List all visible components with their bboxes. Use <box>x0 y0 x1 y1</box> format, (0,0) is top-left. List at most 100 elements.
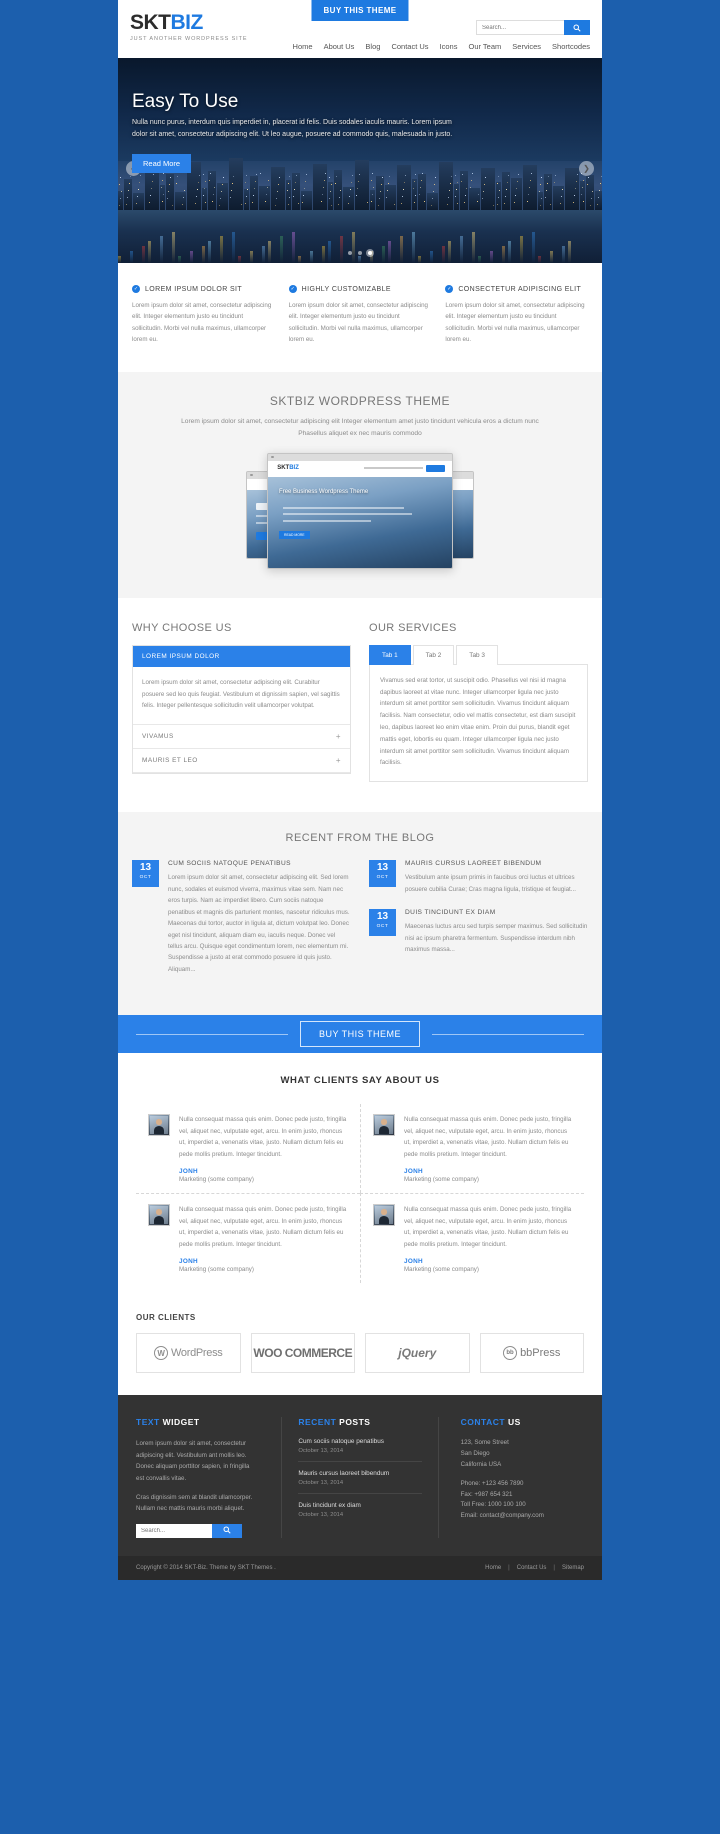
building-window <box>221 190 222 192</box>
footer-widget-title-first: TEXT <box>136 1417 160 1428</box>
nav-item-our-team[interactable]: Our Team <box>468 42 501 51</box>
building <box>160 184 165 210</box>
accordion-label: MAURIS ET LEO <box>142 757 198 765</box>
building-window <box>371 179 372 181</box>
slider-dot-1[interactable] <box>348 251 352 255</box>
building-window <box>592 190 593 192</box>
nav-item-home[interactable]: Home <box>293 42 313 51</box>
post-excerpt: Vestibulum ante ipsum primis in faucibus… <box>405 874 576 893</box>
building-window <box>163 172 164 174</box>
building-window <box>547 182 548 184</box>
water-reflection <box>550 250 553 263</box>
water-reflection <box>142 245 145 263</box>
building-window <box>129 182 130 184</box>
footer-contact-title: CONTACT US <box>461 1417 584 1427</box>
building-window <box>331 183 332 185</box>
building-window <box>213 193 214 195</box>
water-reflection <box>250 250 253 263</box>
building-window <box>599 189 600 191</box>
building-window <box>358 180 359 182</box>
post-day: 13 <box>139 862 152 874</box>
search-icon <box>223 1526 231 1534</box>
post-title[interactable]: CUM SOCIIS NATOQUE PENATIBUS <box>168 860 351 867</box>
post-month: OCT <box>376 924 389 930</box>
search-button[interactable] <box>564 20 590 35</box>
slider-dot-3[interactable] <box>368 251 372 255</box>
testimonial-body: Nulla consequat massa quis enim. Donec p… <box>179 1114 348 1183</box>
building <box>217 183 228 210</box>
building-window <box>127 196 128 198</box>
slide-read-more-button[interactable]: Read More <box>132 153 192 173</box>
slider-next-arrow[interactable]: ❯ <box>579 160 594 176</box>
building-window <box>230 196 231 198</box>
building-window <box>357 187 358 189</box>
building-window <box>539 190 540 192</box>
building-window <box>432 197 433 199</box>
nav-item-icons[interactable]: Icons <box>440 42 458 51</box>
testimonial-1: Nulla consequat massa quis enim. Donec p… <box>136 1104 360 1193</box>
feature-column-3: ✓ CONSECTETUR ADIPISCING ELIT Lorem ipsum … <box>445 285 588 346</box>
nav-item-services[interactable]: Services <box>512 42 541 51</box>
service-tab-1[interactable]: Tab 1 <box>369 644 411 665</box>
bottom-link-sitemap[interactable]: Sitemap <box>562 1565 584 1571</box>
bottom-link-contact-us[interactable]: Contact Us <box>517 1565 547 1571</box>
building-window <box>455 195 456 197</box>
buy-theme-banner: BUY THIS THEME <box>118 1015 602 1054</box>
slider-dot-2[interactable] <box>358 251 362 255</box>
building-window <box>267 186 268 188</box>
nav-item-about-us[interactable]: About Us <box>324 42 355 51</box>
water-reflection <box>400 236 403 263</box>
post-month: OCT <box>376 875 389 881</box>
accordion-header-2[interactable]: VIVAMUS + <box>133 725 350 750</box>
post-title[interactable]: DUIS TINCIDUNT EX DIAM <box>405 909 588 916</box>
water-reflection <box>508 241 511 263</box>
post-month: OCT <box>139 875 152 881</box>
accordion-header-1[interactable]: LOREM IPSUM DOLOR <box>133 645 350 667</box>
building-window <box>514 201 515 203</box>
service-tab-3[interactable]: Tab 3 <box>456 644 498 665</box>
footer-search-input[interactable] <box>136 1523 212 1538</box>
footer-widget-title-second: WIDGET <box>162 1417 200 1428</box>
building-window <box>288 203 289 205</box>
building <box>595 190 602 210</box>
footer-post-1[interactable]: Cum sociis natoque penatibus October 13, … <box>298 1438 422 1463</box>
building-window <box>415 173 416 175</box>
blog-left-column: 13 OCT CUM SOCIIS NATOQUE PENATIBUS Lorem i… <box>132 860 351 989</box>
building-window <box>266 193 267 195</box>
services-column: OUR SERVICES Tab 1 Tab 2 Tab 3 Vivamus sed… <box>369 622 588 783</box>
building-window <box>177 175 178 177</box>
slide-paragraph: Nulla nunc purus, interdum quis imperdie… <box>132 118 453 138</box>
site-logo[interactable]: SKTBIZ JUST ANOTHER WORDPRESS SITE <box>130 12 247 42</box>
water-reflection <box>160 236 163 263</box>
avatar <box>148 1204 170 1227</box>
buy-this-theme-top-button[interactable]: BUY THIS THEME <box>311 0 409 21</box>
client-logo-woocommerce[interactable]: WOO COMMERCE <box>250 1333 355 1374</box>
nav-item-blog[interactable]: Blog <box>365 42 380 51</box>
building-window <box>574 194 575 196</box>
building-window <box>493 204 494 206</box>
building-window <box>162 200 163 202</box>
client-logo-bbpress[interactable]: bb bbPress <box>479 1333 584 1374</box>
footer-post-2[interactable]: Mauris cursus laoreet bibendum October 13… <box>298 1470 422 1495</box>
service-tab-2[interactable]: Tab 2 <box>412 644 455 665</box>
footer-search-button[interactable] <box>212 1523 242 1538</box>
search-input[interactable] <box>476 20 564 35</box>
footer-post-3[interactable]: Duis tincidunt ex diam October 13, 2014 <box>298 1502 421 1525</box>
address-line: California USA <box>460 1460 502 1468</box>
client-logo-jquery[interactable]: jQuery <box>365 1333 470 1374</box>
accordion-header-3[interactable]: MAURIS ET LEO + <box>133 749 350 774</box>
water-reflection <box>418 255 421 263</box>
buy-this-theme-button[interactable]: BUY THIS THEME <box>299 1021 421 1048</box>
testimonial-name: JONH <box>179 1258 198 1266</box>
building-window <box>120 176 121 178</box>
footer-post-title: Mauris cursus laoreet bibendum <box>298 1470 390 1478</box>
building-window <box>199 174 200 176</box>
building-window <box>352 174 353 176</box>
nav-item-shortcodes[interactable]: Shortcodes <box>552 42 590 51</box>
client-logo-wordpress[interactable]: W WordPress <box>136 1333 241 1374</box>
building-window <box>303 194 304 196</box>
bottom-link-home[interactable]: Home <box>485 1565 501 1571</box>
post-title[interactable]: MAURIS CURSUS LAOREET BIBENDUM <box>405 860 588 867</box>
nav-item-contact-us[interactable]: Contact Us <box>391 42 428 51</box>
footer-recent-posts: RECENT POSTS Cum sociis natoque penatibu… <box>281 1417 439 1538</box>
